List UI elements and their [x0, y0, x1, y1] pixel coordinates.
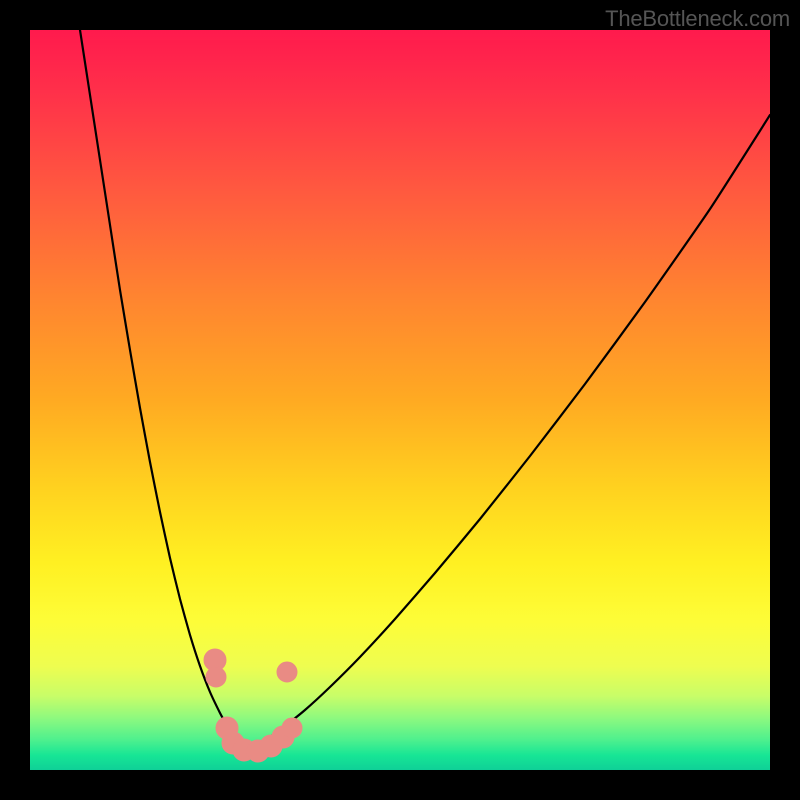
- marker-left-cluster-mid: [206, 667, 226, 687]
- curve-layer: [80, 30, 770, 746]
- chart-frame: TheBottleneck.com: [0, 0, 800, 800]
- curve-right-curve: [260, 115, 770, 743]
- marker-layer: [204, 649, 302, 762]
- marker-right-outlier: [277, 662, 297, 682]
- watermark-text: TheBottleneck.com: [605, 6, 790, 32]
- chart-svg: [30, 30, 770, 770]
- marker-rise-3: [282, 718, 302, 738]
- plot-area: [30, 30, 770, 770]
- curve-left-curve: [80, 30, 240, 742]
